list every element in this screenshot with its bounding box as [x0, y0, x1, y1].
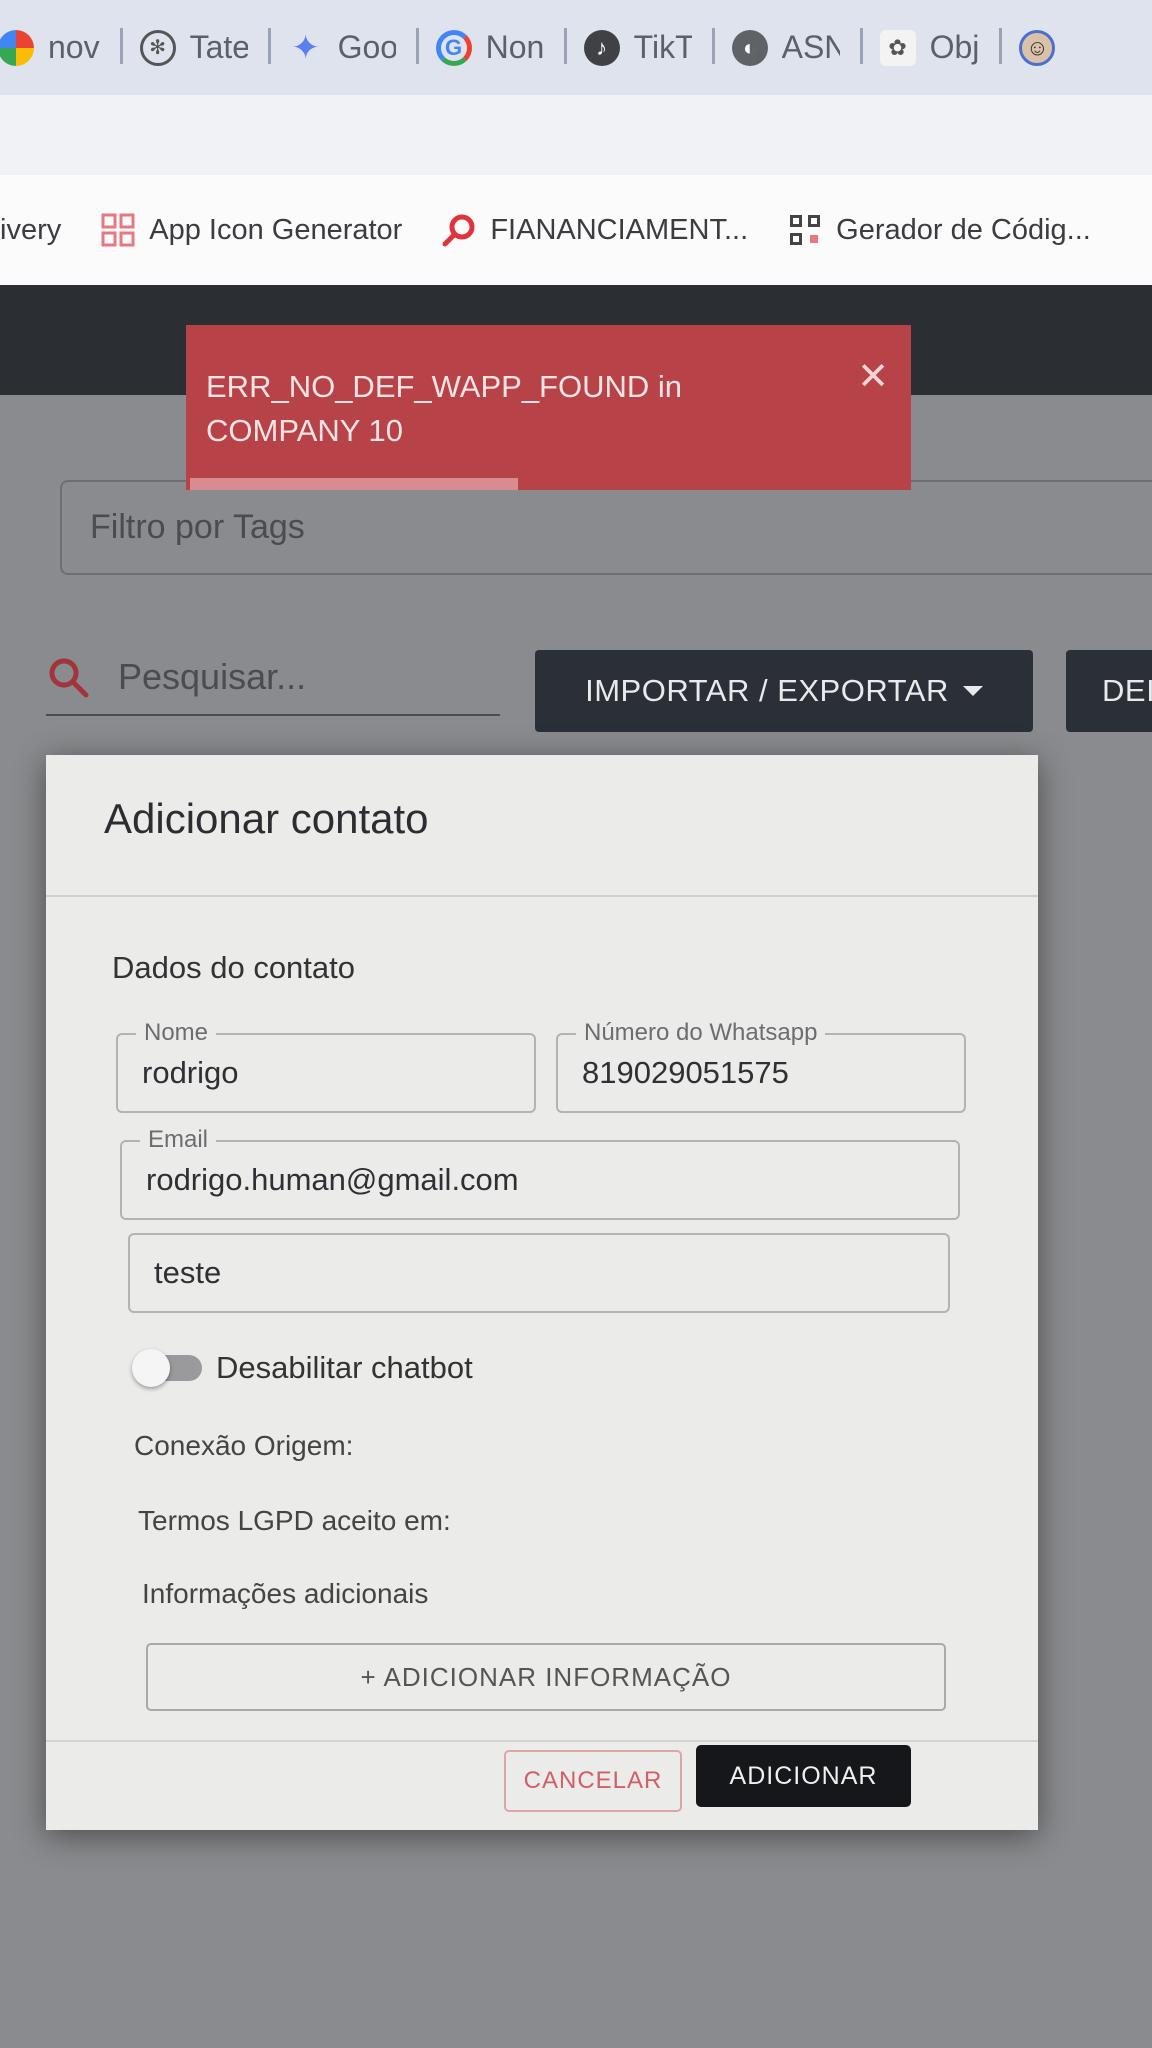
add-information-button[interactable]: + ADICIONAR INFORMAÇÃO — [146, 1643, 946, 1711]
extra-field-value: teste — [154, 1255, 222, 1290]
openai-icon: ✻ — [139, 29, 176, 66]
whatsapp-number-field[interactable]: Número do Whatsapp 819029051575 — [556, 1019, 966, 1113]
bookmark-label: Gerador de Códig... — [836, 213, 1091, 246]
toggle-knob — [132, 1349, 170, 1387]
tab-label: Non — [485, 29, 544, 65]
tiktok-icon: ♪ — [583, 29, 620, 66]
whatsapp-field-label: Número do Whatsapp — [576, 1019, 826, 1047]
toast-progress-bar — [190, 478, 518, 490]
browser-tab-1[interactable]: nov — [0, 18, 120, 78]
search-field[interactable]: Pesquisar... — [46, 640, 500, 716]
disable-chatbot-toggle[interactable] — [132, 1349, 202, 1387]
add-information-label: + ADICIONAR INFORMAÇÃO — [360, 1661, 732, 1692]
tab-label: Obj — [929, 29, 980, 65]
browser-favicon-icon — [0, 29, 34, 66]
bookmark-financiamento[interactable]: FIANANCIAMENT... — [442, 213, 748, 247]
browser-tab-6[interactable]: ◐ ASN — [711, 18, 860, 78]
tag-filter-placeholder: Filtro por Tags — [90, 508, 305, 546]
additional-info-label: Informações adicionais — [142, 1578, 429, 1609]
email-field-value: rodrigo.human@gmail.com — [146, 1162, 519, 1197]
add-button-label: ADICIONAR — [729, 1761, 878, 1790]
browser-tab-4[interactable]: G Non — [415, 18, 564, 78]
add-button[interactable]: ADICIONAR — [696, 1745, 911, 1807]
tab-label: Goo — [337, 29, 396, 65]
bookmarks-bar: ivery App Icon Generator FIANANCIAMENT..… — [0, 175, 1152, 285]
profile-avatar-icon: ☺ — [1019, 29, 1056, 66]
disable-chatbot-label: Desabilitar chatbot — [216, 1350, 473, 1385]
whatsapp-field-value: 819029051575 — [582, 1055, 789, 1090]
bookmark-label: FIANANCIAMENT... — [490, 213, 749, 246]
delete-button[interactable]: DEI — [1066, 650, 1152, 732]
close-icon[interactable]: ✕ — [857, 355, 889, 399]
grid-icon — [101, 213, 135, 247]
browser-tab-strip: nov ✻ Tate ✦ Goo G Non ♪ TikT ◐ ASN ✿ Ob… — [0, 0, 1152, 95]
browser-tab-profile[interactable]: ☺ — [999, 18, 1075, 78]
google-icon: G — [435, 29, 472, 66]
bookmark-app-icon-generator[interactable]: App Icon Generator — [101, 213, 402, 247]
bookmark-label: ivery — [0, 213, 62, 246]
divider — [46, 1740, 1038, 1742]
search-icon — [442, 213, 476, 247]
toast-message: ERR_NO_DEF_WAPP_FOUND in COMPANY 10 — [206, 369, 683, 448]
email-field-label: Email — [140, 1126, 217, 1154]
bookmark-label: App Icon Generator — [149, 213, 403, 246]
search-icon — [46, 655, 90, 699]
tab-label: Tate — [189, 29, 248, 65]
section-title: Dados do contato — [112, 950, 356, 985]
extra-field[interactable]: teste — [128, 1233, 950, 1313]
browser-tab-7[interactable]: ✿ Obj — [859, 18, 1000, 78]
search-placeholder: Pesquisar... — [118, 656, 307, 697]
browser-tab-5[interactable]: ♪ TikT — [563, 18, 712, 78]
globe-icon: ◐ — [731, 29, 768, 66]
dialog-title: Adicionar contato — [104, 795, 429, 842]
address-bar-area — [0, 95, 1152, 175]
gemini-sparkle-icon: ✦ — [291, 28, 320, 67]
bookmark-delivery[interactable]: ivery — [0, 214, 61, 247]
divider — [46, 895, 1038, 897]
cancel-button[interactable]: CANCELAR — [504, 1750, 682, 1812]
add-contact-dialog: Adicionar contato Dados do contato Nome … — [46, 755, 1038, 1830]
browser-tab-2[interactable]: ✻ Tate — [119, 18, 268, 78]
object-app-icon: ✿ — [879, 29, 916, 66]
name-field-value: rodrigo — [142, 1055, 239, 1090]
connection-origin-label: Conexão Origem: — [134, 1430, 354, 1461]
tab-label: nov — [48, 29, 100, 65]
qr-code-icon — [788, 213, 822, 247]
tag-filter-input[interactable]: Filtro por Tags — [60, 480, 1152, 575]
tab-label: ASN — [781, 29, 840, 65]
delete-button-label: DEI — [1102, 673, 1152, 708]
email-field[interactable]: Email rodrigo.human@gmail.com — [120, 1126, 960, 1220]
import-export-button[interactable]: IMPORTAR / EXPORTAR — [535, 650, 1033, 732]
lgpd-terms-label: Termos LGPD aceito em: — [138, 1505, 451, 1536]
tab-label: TikT — [633, 29, 692, 65]
error-toast: ERR_NO_DEF_WAPP_FOUND in COMPANY 10 ✕ — [186, 325, 911, 490]
bookmark-gerador-codigo[interactable]: Gerador de Códig... — [788, 213, 1091, 247]
name-field[interactable]: Nome rodrigo — [116, 1019, 536, 1113]
browser-tab-3[interactable]: ✦ Goo — [267, 18, 416, 78]
caret-down-icon — [962, 686, 983, 696]
import-export-label: IMPORTAR / EXPORTAR — [585, 673, 949, 708]
name-field-label: Nome — [136, 1019, 217, 1047]
cancel-button-label: CANCELAR — [523, 1767, 663, 1794]
